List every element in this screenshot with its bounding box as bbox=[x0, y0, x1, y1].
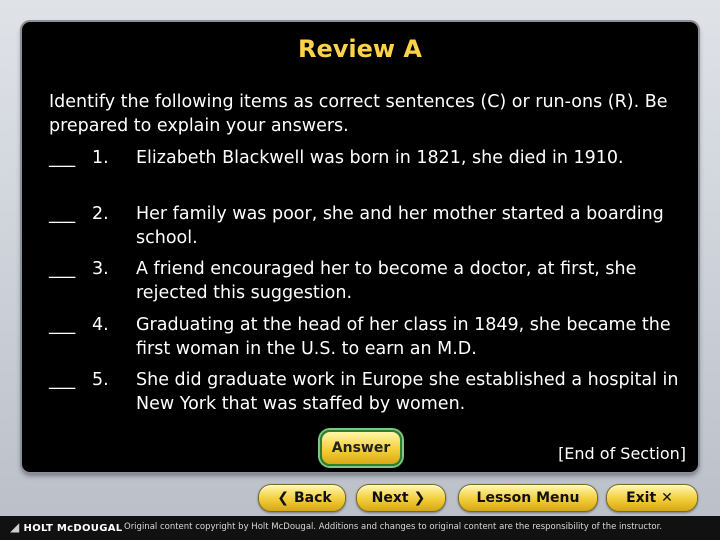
question-number: 3. bbox=[92, 259, 109, 279]
next-label: Next bbox=[371, 490, 409, 506]
question-number: 2. bbox=[92, 204, 109, 224]
chevron-right-icon: ❯ bbox=[413, 490, 426, 506]
answer-button[interactable]: Answer bbox=[320, 430, 402, 466]
logo-text: HOLT McDOUGAL bbox=[23, 523, 123, 534]
footer-bar: ◢ HOLT McDOUGAL Original content copyrigh… bbox=[0, 516, 720, 540]
answer-blank: ___ bbox=[49, 370, 76, 390]
end-of-section-link[interactable]: [End of Section] bbox=[558, 444, 686, 463]
instructions-text: Identify the following items as correct … bbox=[49, 92, 668, 136]
question-text: Elizabeth Blackwell was born in 1821, sh… bbox=[136, 148, 624, 168]
exit-button[interactable]: Exit ✕ bbox=[606, 484, 698, 512]
lesson-menu-button[interactable]: Lesson Menu bbox=[458, 484, 598, 512]
answer-blank: ___ bbox=[49, 204, 76, 224]
exit-label: Exit bbox=[626, 490, 657, 506]
publisher-logo-icon: ◢ bbox=[10, 520, 20, 534]
slide-panel: Review A Identify the following items as… bbox=[22, 22, 698, 472]
answer-blank: ___ bbox=[49, 148, 76, 168]
question-number: 4. bbox=[92, 315, 109, 335]
next-button[interactable]: Next ❯ bbox=[356, 484, 446, 512]
close-icon: ✕ bbox=[661, 490, 673, 506]
slide-title: Review A bbox=[297, 35, 422, 63]
answer-blank: ___ bbox=[49, 315, 76, 335]
copyright-text: Original content copyright by Holt McDou… bbox=[124, 522, 663, 532]
holt-mcdougal-logo: ◢ HOLT McDOUGAL bbox=[10, 520, 122, 534]
question-text: She did graduate work in Europe she esta… bbox=[136, 370, 679, 414]
question-text: Her family was poor, she and her mother … bbox=[136, 204, 664, 248]
question-text: Graduating at the head of her class in 1… bbox=[136, 315, 671, 359]
question-number: 5. bbox=[92, 370, 109, 390]
chevron-left-icon: ❮ bbox=[277, 490, 289, 506]
question-number: 1. bbox=[92, 148, 109, 168]
back-label: Back bbox=[294, 490, 332, 506]
question-text: A friend encouraged her to become a doct… bbox=[136, 259, 637, 303]
back-button[interactable]: ❮ Back bbox=[258, 484, 346, 512]
answer-blank: ___ bbox=[49, 259, 76, 279]
